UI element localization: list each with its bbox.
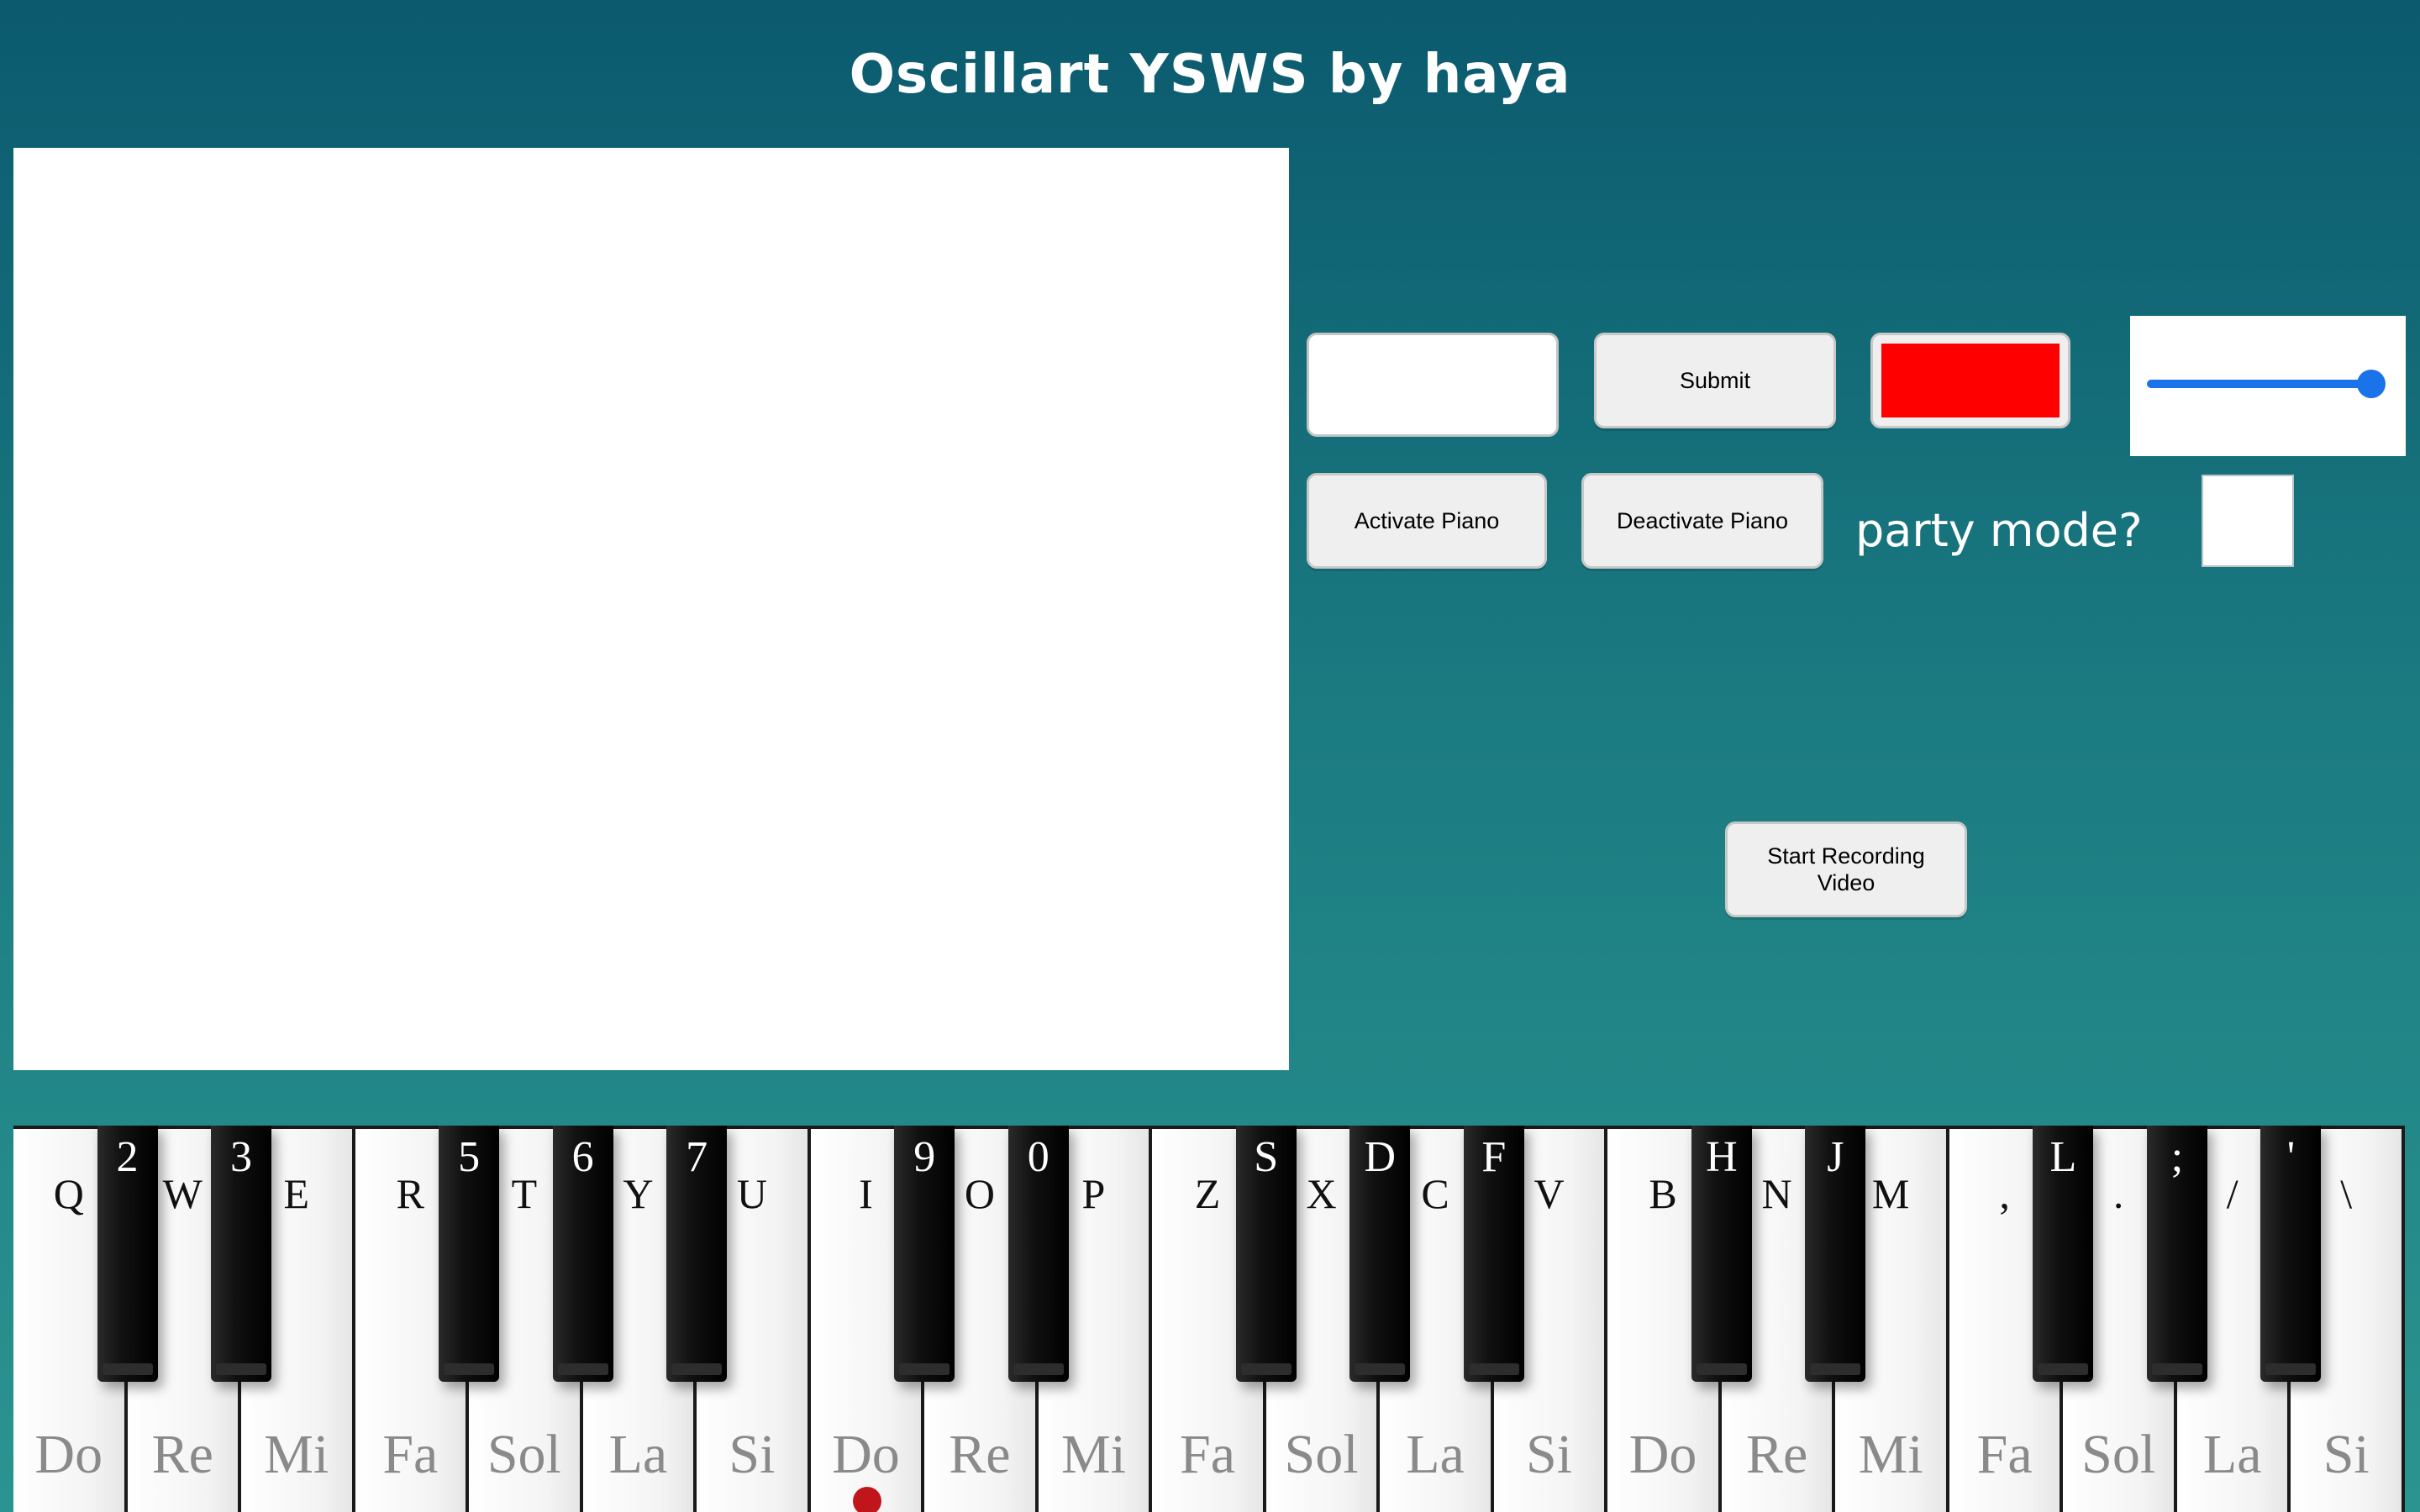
piano-key-letter: J — [1827, 1133, 1844, 1181]
piano-black-key[interactable]: 0 — [1007, 1126, 1069, 1382]
piano-key-note: Sol — [487, 1424, 561, 1485]
piano-key-note: Re — [1745, 1424, 1808, 1485]
piano-key-letter: 0 — [1027, 1133, 1050, 1181]
slider-container — [2130, 316, 2406, 456]
piano-key-letter: ' — [2286, 1133, 2296, 1181]
deactivate-piano-button[interactable]: Deactivate Piano — [1581, 473, 1823, 569]
piano-key-letter: L — [2049, 1133, 2077, 1181]
piano-black-key[interactable]: ' — [2260, 1126, 2322, 1382]
text-input[interactable] — [1307, 333, 1559, 437]
piano-key-note: Si — [1526, 1424, 1573, 1485]
color-picker[interactable] — [1870, 333, 2070, 428]
piano-key-letter: F — [1481, 1133, 1507, 1181]
piano-black-key[interactable]: H — [1691, 1126, 1752, 1382]
piano-black-key[interactable]: J — [1805, 1126, 1866, 1382]
piano-key-letter: 2 — [116, 1133, 139, 1181]
piano-black-key[interactable]: D — [1349, 1126, 1411, 1382]
piano-key-letter: H — [1706, 1133, 1738, 1181]
piano-black-key[interactable]: S — [1235, 1126, 1297, 1382]
piano-key-letter: 7 — [686, 1133, 708, 1181]
piano-key-note: Si — [729, 1424, 776, 1485]
party-mode-label: party mode? — [1855, 504, 2143, 557]
submit-button[interactable]: Submit — [1594, 333, 1836, 428]
piano-black-key[interactable]: 2 — [97, 1126, 158, 1382]
piano-key-letter: 5 — [458, 1133, 481, 1181]
piano-black-key[interactable]: F — [1463, 1126, 1524, 1382]
piano-key-note: La — [608, 1424, 668, 1485]
piano-key-note: Mi — [264, 1424, 329, 1485]
piano-key-note: Mi — [1060, 1424, 1126, 1485]
slider-track[interactable] — [2147, 380, 2381, 388]
party-mode-checkbox[interactable] — [2202, 475, 2294, 567]
piano-key-letter: ; — [2170, 1133, 2184, 1181]
piano-key-note: La — [2202, 1424, 2262, 1485]
piano-black-key[interactable]: 7 — [666, 1126, 728, 1382]
piano-black-key[interactable]: 9 — [894, 1126, 955, 1382]
piano-key-note: La — [1406, 1424, 1465, 1485]
piano-key-note: Sol — [2081, 1424, 2156, 1485]
piano-key-note: Fa — [382, 1424, 439, 1485]
page-title: Oscillart YSWS by haya — [849, 44, 1571, 106]
piano-black-key[interactable]: L — [2033, 1126, 2094, 1382]
piano-key-letter: D — [1364, 1133, 1397, 1181]
piano-black-key[interactable]: 3 — [211, 1126, 272, 1382]
piano-key-note: Si — [2323, 1424, 2370, 1485]
color-picker-swatch — [1881, 344, 2060, 417]
piano-key-note: Fa — [1976, 1424, 2033, 1485]
piano-keyboard: Q Do W Re E Mi R Fa T Sol Y La U Si I Do O Re P Mi Z Fa X Sol C L… — [13, 1126, 2405, 1512]
piano-key-note: Re — [949, 1424, 1011, 1485]
piano-key-note: Do — [832, 1424, 900, 1485]
start-recording-button[interactable]: Start Recording Video — [1725, 822, 1967, 917]
slider-thumb[interactable] — [2356, 370, 2386, 398]
piano-black-key[interactable]: 5 — [439, 1126, 500, 1382]
piano-key-note: Sol — [1284, 1424, 1359, 1485]
piano-black-key[interactable]: ; — [2146, 1126, 2207, 1382]
activate-piano-button[interactable]: Activate Piano — [1307, 473, 1547, 569]
piano-key-note: Do — [34, 1424, 103, 1485]
piano-black-key[interactable]: 6 — [552, 1126, 613, 1382]
piano-key-letter: 3 — [230, 1133, 253, 1181]
piano-key-note: Mi — [1858, 1424, 1923, 1485]
piano-key-note: Re — [151, 1424, 213, 1485]
piano-key-note: Do — [1628, 1424, 1697, 1485]
piano-key-letter: 9 — [913, 1133, 936, 1181]
middle-c-marker — [853, 1487, 882, 1512]
piano-key-letter: 6 — [571, 1133, 594, 1181]
piano-key-note: Fa — [1179, 1424, 1235, 1485]
drawing-canvas[interactable] — [13, 148, 1289, 1070]
piano-key-letter: S — [1254, 1133, 1279, 1181]
